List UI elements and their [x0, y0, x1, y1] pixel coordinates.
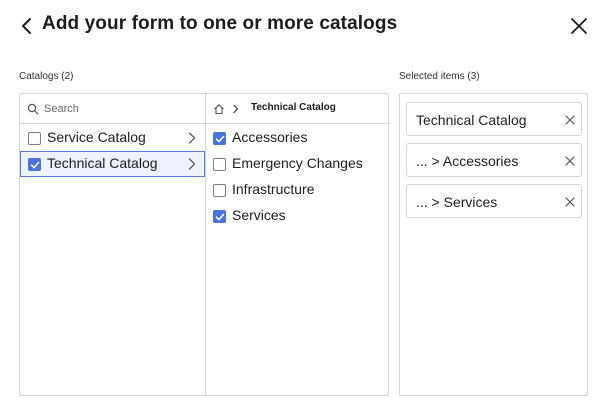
catalog-browser: Service Catalog Technical Catalog Techni…: [19, 93, 390, 396]
category-item-label: Accessories: [232, 129, 308, 145]
catalog-item-label: Service Catalog: [47, 129, 146, 145]
category-item-accessories[interactable]: Accessories: [206, 125, 390, 151]
search-bar: [20, 94, 205, 124]
search-icon: [27, 103, 39, 115]
category-item-label: Services: [232, 207, 286, 223]
chip-label: Technical Catalog: [416, 112, 527, 128]
checkbox-infrastructure[interactable]: [213, 184, 226, 197]
chevron-right-icon[interactable]: [188, 132, 196, 144]
selected-items-label: Selected items (3): [399, 71, 480, 82]
category-item-emergency-changes[interactable]: Emergency Changes: [206, 151, 390, 177]
category-item-label: Infrastructure: [232, 181, 315, 197]
checkbox-technical-catalog[interactable]: [28, 158, 41, 171]
back-button[interactable]: [18, 14, 38, 38]
catalog-list-column: Service Catalog Technical Catalog: [20, 94, 206, 395]
selected-chip: Technical Catalog: [406, 102, 582, 136]
chip-label: ... > Accessories: [416, 153, 519, 169]
page-title: Add your form to one or more catalogs: [42, 13, 398, 34]
breadcrumb-current: Technical Catalog: [251, 102, 336, 113]
dialog-header: Add your form to one or more catalogs: [0, 0, 600, 52]
selected-chip: ... > Accessories: [406, 143, 582, 177]
chip-label: ... > Services: [416, 194, 498, 210]
remove-icon[interactable]: [565, 156, 575, 166]
category-list-column: Technical Catalog Accessories Emergency …: [206, 94, 390, 395]
remove-icon[interactable]: [565, 115, 575, 125]
chevron-right-icon[interactable]: [188, 158, 196, 170]
checkbox-service-catalog[interactable]: [28, 132, 41, 145]
check-icon: [215, 135, 225, 143]
selected-chip: ... > Services: [406, 184, 582, 218]
catalogs-label: Catalogs (2): [19, 71, 74, 82]
search-input[interactable]: [44, 99, 199, 119]
check-icon: [30, 161, 40, 169]
close-icon: [571, 18, 587, 34]
close-button[interactable]: [568, 15, 590, 37]
category-item-infrastructure[interactable]: Infrastructure: [206, 177, 390, 203]
selected-items-panel: Technical Catalog ... > Accessories ... …: [399, 93, 588, 396]
checkbox-services[interactable]: [213, 210, 226, 223]
checkbox-emergency-changes[interactable]: [213, 158, 226, 171]
catalog-item-label: Technical Catalog: [47, 155, 158, 171]
chevron-left-icon: [22, 18, 31, 34]
home-icon[interactable]: [213, 103, 225, 115]
chevron-right-icon: [233, 104, 239, 114]
remove-icon[interactable]: [565, 197, 575, 207]
check-icon: [215, 213, 225, 221]
checkbox-accessories[interactable]: [213, 132, 226, 145]
category-item-label: Emergency Changes: [232, 155, 363, 171]
breadcrumb: Technical Catalog: [206, 94, 390, 124]
category-item-services[interactable]: Services: [206, 203, 390, 229]
catalog-item-service-catalog[interactable]: Service Catalog: [20, 125, 206, 151]
catalog-item-technical-catalog[interactable]: Technical Catalog: [20, 151, 205, 177]
